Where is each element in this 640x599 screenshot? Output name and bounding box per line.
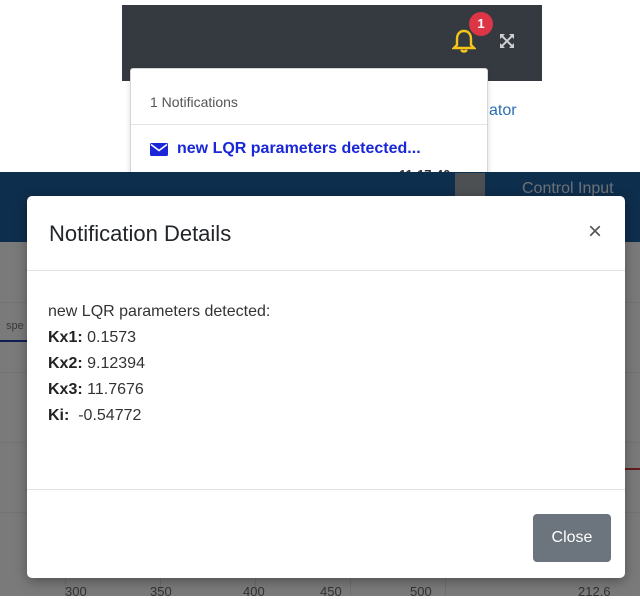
param-value: -0.54772 <box>69 407 142 424</box>
param-value: 9.12394 <box>82 355 145 372</box>
close-icon[interactable]: × <box>588 220 602 244</box>
modal-body: new LQR parameters detected: Kx1: 0.1573… <box>48 299 270 429</box>
param-label: Kx1: <box>48 329 83 346</box>
notification-item-text: new LQR parameters detected... <box>177 140 421 157</box>
param-row-kx3: Kx3: 11.7676 <box>48 377 270 403</box>
param-label: Kx3: <box>48 381 83 398</box>
modal-intro-text: new LQR parameters detected: <box>48 303 271 320</box>
param-value: 0.1573 <box>82 329 137 346</box>
notification-count-badge: 1 <box>469 12 493 36</box>
param-label: Ki: <box>48 407 70 424</box>
close-button[interactable]: Close <box>533 514 611 562</box>
modal-title: Notification Details <box>49 221 232 246</box>
background-link[interactable]: ator <box>489 102 517 120</box>
background-panel <box>487 81 545 173</box>
modal-footer-divider <box>27 489 625 490</box>
param-label: Kx2: <box>48 355 83 372</box>
notification-details-modal: Notification Details × new LQR parameter… <box>27 196 625 578</box>
param-row-kx2: Kx2: 9.12394 <box>48 351 270 377</box>
envelope-icon <box>150 142 168 156</box>
dropdown-divider <box>131 124 487 125</box>
param-row-kx1: Kx1: 0.1573 <box>48 325 270 351</box>
expand-icon[interactable] <box>499 33 515 49</box>
param-value: 11.7676 <box>82 381 144 398</box>
modal-header-divider <box>27 270 625 271</box>
notification-item[interactable]: new LQR parameters detected... <box>150 140 421 158</box>
param-row-ki: Ki: -0.54772 <box>48 403 270 429</box>
notifications-header: 1 Notifications <box>150 94 238 110</box>
notifications-dropdown: 1 Notifications new LQR parameters detec… <box>130 68 488 182</box>
